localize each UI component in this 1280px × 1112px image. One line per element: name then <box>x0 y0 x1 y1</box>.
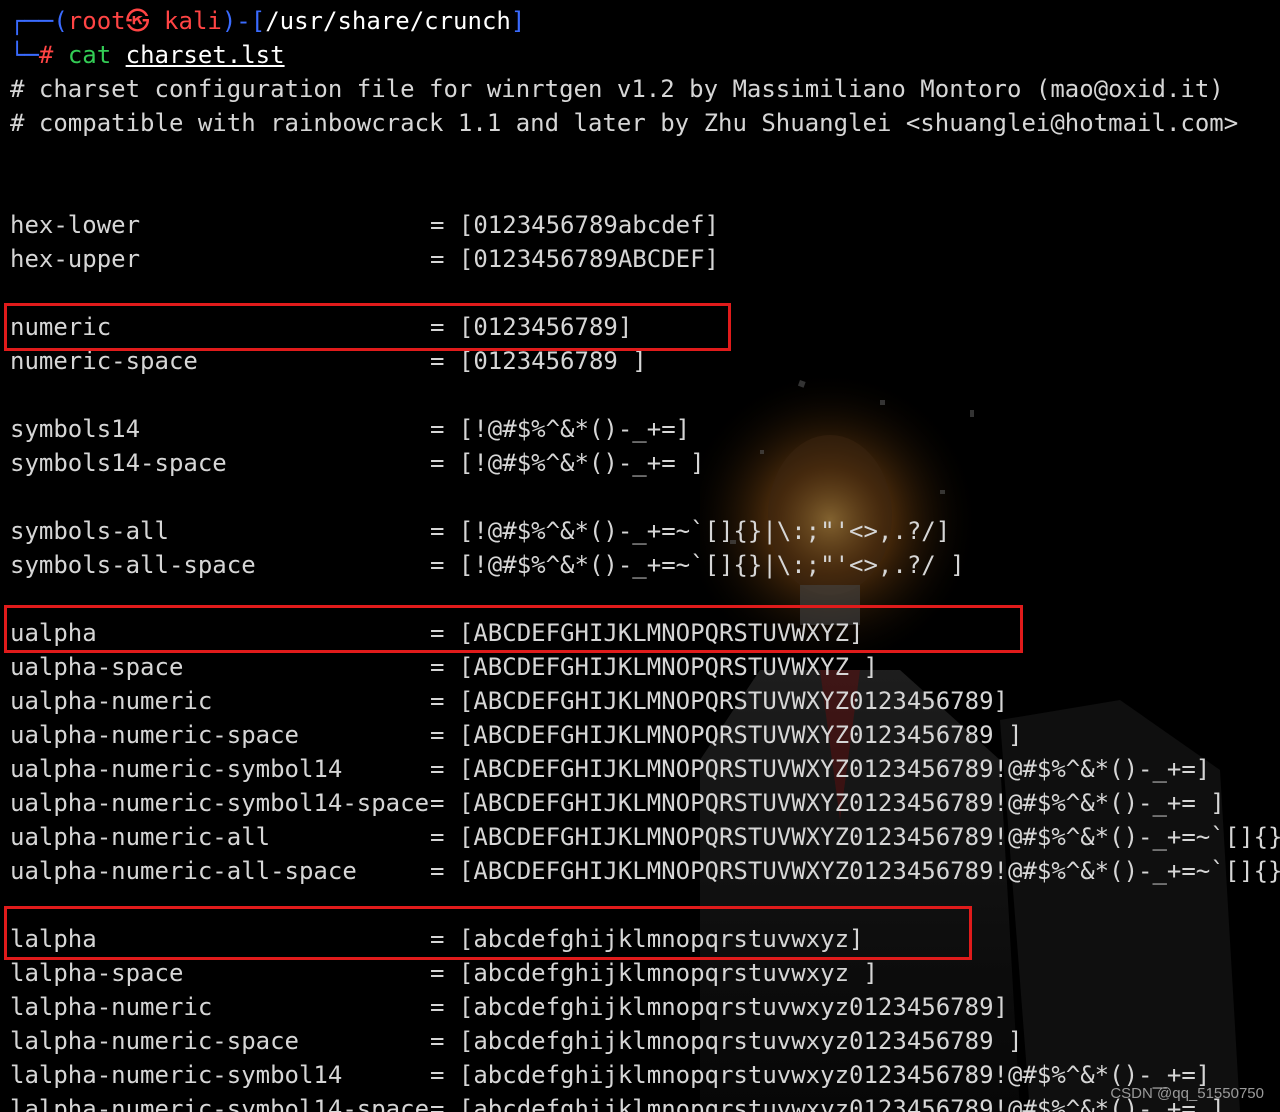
charset-row-symbols14-space: symbols14-space = [!@#$%^&*()-_+= ] <box>0 446 1280 480</box>
charset-value: = [0123456789abcdef] <box>430 211 719 239</box>
charset-name: ualpha-numeric <box>10 687 213 715</box>
charset-value: = [ABCDEFGHIJKLMNOPQRSTUVWXYZ0123456789!… <box>430 755 1211 783</box>
charset-name: symbols14 <box>10 415 141 443</box>
command-line: └─# cat charset.lst <box>10 38 285 72</box>
charset-name: symbols-all-space <box>10 551 256 579</box>
charset-row-hex-lower: hex-lower = [0123456789abcdef] <box>0 208 1280 242</box>
charset-name: lalpha-numeric <box>10 993 213 1021</box>
charset-name: lalpha-numeric-symbol14-space <box>10 1095 430 1112</box>
charset-value: = [ABCDEFGHIJKLMNOPQRSTUVWXYZ ] <box>430 653 878 681</box>
charset-name: ualpha-numeric-all-space <box>10 857 357 885</box>
charset-row-symbols14: symbols14 = [!@#$%^&*()-_+=] <box>0 412 1280 446</box>
charset-row-lalpha-numeric-symbol14: lalpha-numeric-symbol14 = [abcdefghijklmn… <box>0 1058 1280 1092</box>
prompt-user-host: root㉿ kali <box>67 7 222 35</box>
charset-row-lalpha-numeric: lalpha-numeric = [abcdefghijklmnopqrstuvw… <box>0 990 1280 1024</box>
charset-name: symbols14-space <box>10 449 227 477</box>
charset-value: = [abcdefghijklmnopqrstuvwxyz0123456789!… <box>430 1095 1225 1112</box>
charset-name: hex-upper <box>10 245 141 273</box>
prompt-cwd: /usr/share/crunch <box>265 7 511 35</box>
charset-name: symbols-all <box>10 517 169 545</box>
highlight-box-ualpha <box>4 605 1023 653</box>
charset-name: ualpha-space <box>10 653 184 681</box>
charset-name: ualpha-numeric-all <box>10 823 271 851</box>
prompt-line: ┌──(root㉿ kali)-[/usr/share/crunch] <box>10 4 525 38</box>
charset-value: = [ABCDEFGHIJKLMNOPQRSTUVWXYZ0123456789!… <box>430 857 1280 885</box>
prompt-corner: └─ <box>10 41 39 69</box>
charset-value: = [abcdefghijklmnopqrstuvwxyz ] <box>430 959 878 987</box>
charset-value: = [!@#$%^&*()-_+=~`[]{}|\:;"'<>,.?/ ] <box>430 551 965 579</box>
charset-row-symbols-all-space: symbols-all-space = [!@#$%^&*()-_+=~`[]{}… <box>0 548 1280 582</box>
charset-value: = [!@#$%^&*()-_+= ] <box>430 449 705 477</box>
prompt-hash: # <box>38 41 68 69</box>
charset-value: = [!@#$%^&*()-_+=~`[]{}|\:;"'<>,.?/] <box>430 517 951 545</box>
charset-row-ualpha-numeric-symbol14-space: ualpha-numeric-symbol14-space = [ABCDEFGH… <box>0 786 1280 820</box>
charset-row-lalpha-numeric-space: lalpha-numeric-space = [abcdefghijklmnopq… <box>0 1024 1280 1058</box>
charset-name: lalpha-space <box>10 959 184 987</box>
charset-value: = [0123456789ABCDEF] <box>430 245 719 273</box>
charset-value: = [abcdefghijklmnopqrstuvwxyz0123456789] <box>430 993 1008 1021</box>
charset-value: = [ABCDEFGHIJKLMNOPQRSTUVWXYZ0123456789!… <box>430 789 1225 817</box>
charset-name: hex-lower <box>10 211 141 239</box>
charset-row-symbols-all: symbols-all = [!@#$%^&*()-_+=~`[]{}|\:;"'… <box>0 514 1280 548</box>
charset-row-ualpha-numeric-symbol14: ualpha-numeric-symbol14 = [ABCDEFGHIJKLMN… <box>0 752 1280 786</box>
charset-row-ualpha-numeric-all: ualpha-numeric-all = [ABCDEFGHIJKLMNOPQRS… <box>0 820 1280 854</box>
highlight-box-numeric <box>4 303 731 351</box>
prompt-bracket-mid: )-[ <box>221 7 266 35</box>
charset-name: ualpha-numeric-symbol14 <box>10 755 343 783</box>
charset-name: ualpha-numeric-space <box>10 721 299 749</box>
prompt-bracket-close: ] <box>510 7 526 35</box>
charset-row-ualpha-numeric-space: ualpha-numeric-space = [ABCDEFGHIJKLMNOPQ… <box>0 718 1280 752</box>
charset-name: lalpha-numeric-space <box>10 1027 299 1055</box>
charset-value: = [abcdefghijklmnopqrstuvwxyz0123456789!… <box>430 1061 1211 1089</box>
charset-name: lalpha-numeric-symbol14 <box>10 1061 343 1089</box>
charset-row-ualpha-space: ualpha-space = [ABCDEFGHIJKLMNOPQRSTUVWXY… <box>0 650 1280 684</box>
charset-name: ualpha-numeric-symbol14-space <box>10 789 430 817</box>
charset-row-lalpha-space: lalpha-space = [abcdefghijklmnopqrstuvwxy… <box>0 956 1280 990</box>
prompt-bracket-open: ┌──( <box>10 7 68 35</box>
charset-value: = [ABCDEFGHIJKLMNOPQRSTUVWXYZ0123456789] <box>430 687 1008 715</box>
charset-value: = [ABCDEFGHIJKLMNOPQRSTUVWXYZ0123456789 … <box>430 721 1023 749</box>
comment-line: # charset configuration file for winrtge… <box>10 75 1224 103</box>
command-argument[interactable]: charset.lst <box>126 41 285 69</box>
charset-value: = [abcdefghijklmnopqrstuvwxyz0123456789 … <box>430 1027 1023 1055</box>
charset-row-ualpha-numeric: ualpha-numeric = [ABCDEFGHIJKLMNOPQRSTUVW… <box>0 684 1280 718</box>
charset-row-hex-upper: hex-upper = [0123456789ABCDEF] <box>0 242 1280 276</box>
charset-row-ualpha-numeric-all-space: ualpha-numeric-all-space = [ABCDEFGHIJKLM… <box>0 854 1280 888</box>
comment-line: # compatible with rainbowcrack 1.1 and l… <box>10 109 1239 137</box>
highlight-box-lalpha <box>4 906 972 960</box>
charset-row-lalpha-numeric-symbol14-space: lalpha-numeric-symbol14-space = [abcdefgh… <box>0 1092 1280 1112</box>
charset-value: = [ABCDEFGHIJKLMNOPQRSTUVWXYZ0123456789!… <box>430 823 1280 851</box>
terminal-window[interactable]: ┌──(root㉿ kali)-[/usr/share/crunch] └─# … <box>0 0 1280 1112</box>
watermark: CSDN @qq_51550750 <box>1110 1085 1264 1102</box>
command-name: cat <box>67 41 112 69</box>
charset-value: = [!@#$%^&*()-_+=] <box>430 415 691 443</box>
